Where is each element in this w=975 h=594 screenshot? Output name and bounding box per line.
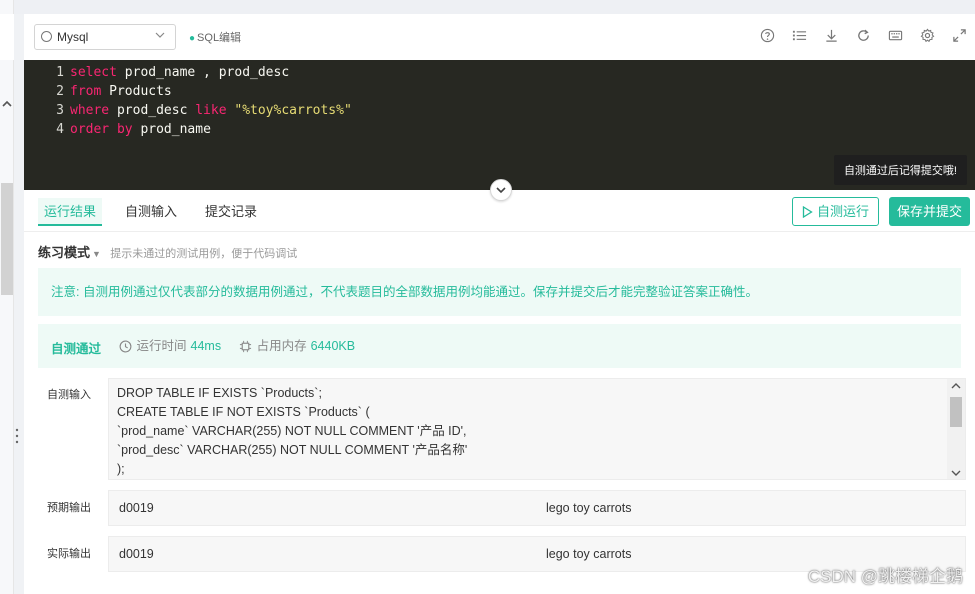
panel-resize-handle[interactable]: [15, 428, 19, 447]
scroll-down-icon[interactable]: [951, 470, 961, 476]
self-test-input-box[interactable]: DROP TABLE IF EXISTS `Products`; CREATE T…: [108, 378, 966, 480]
sql-string: "%toy%carrots%": [234, 103, 352, 118]
caret-down-icon[interactable]: ▼: [92, 249, 101, 259]
save-and-submit-button[interactable]: 保存并提交: [889, 197, 970, 226]
code-line: 3 where prod_desc like "%toy%carrots%": [24, 101, 352, 120]
input-line: );: [117, 462, 125, 476]
practice-mode-row: 练习模式 ▼ 提示未通过的测试用例，便于代码调试: [38, 242, 297, 261]
actual-output-cell: d0019: [119, 547, 154, 561]
sql-identifier: prod_name: [132, 122, 211, 137]
code-line: 1 select prod_name , prod_desc: [24, 63, 289, 82]
line-number: 3: [56, 103, 64, 118]
input-scrollbar[interactable]: [947, 379, 965, 479]
sql-keyword: where: [70, 103, 110, 118]
notice-banner: 注意: 自测用例通过仅代表部分的数据用例通过，不代表题目的全部数据用例均能通过。…: [38, 268, 961, 316]
clock-icon: [119, 340, 131, 352]
code-text: from Products: [70, 84, 172, 99]
code-text: order by prod_name: [70, 122, 211, 137]
line-number: 1: [56, 65, 64, 80]
actual-output-cell: lego toy carrots: [546, 547, 632, 561]
code-line: 2 from Products: [24, 82, 172, 101]
line-number: 2: [56, 84, 64, 99]
sql-identifier: Products: [101, 84, 172, 99]
runtime-value: 44ms: [190, 339, 222, 353]
runtime-metric: 运行时间 44ms: [119, 324, 222, 368]
sql-identifier: prod_name , prod_desc: [116, 65, 290, 80]
self-test-input-code: DROP TABLE IF EXISTS `Products`; CREATE T…: [117, 384, 467, 479]
top-strip: [14, 0, 975, 14]
memory-value: 6440KB: [310, 339, 356, 353]
left-scrollbar-thumb[interactable]: [1, 183, 13, 295]
self-test-run-button[interactable]: 自测运行: [792, 197, 879, 226]
scroll-up-icon[interactable]: [1, 100, 13, 114]
submit-reminder-tooltip: 自测通过后记得提交哦!: [833, 155, 967, 185]
code-text: where prod_desc like "%toy%carrots%": [70, 103, 352, 118]
watermark: CSDN @跳楼梯企鹅: [807, 567, 963, 586]
toolbar-icons: [760, 28, 967, 43]
code-editor[interactable]: 1 select prod_name , prod_desc 2 from Prod…: [24, 60, 975, 190]
scroll-up-icon[interactable]: [951, 383, 961, 389]
download-icon[interactable]: [824, 28, 839, 43]
input-line: `prod_desc` VARCHAR(255) NOT NULL COMMEN…: [117, 443, 468, 457]
left-panel-header: [0, 14, 14, 60]
collapse-panel-button[interactable]: [490, 179, 512, 201]
sql-keyword: select: [70, 65, 117, 80]
practice-mode-select[interactable]: 练习模式: [38, 245, 90, 260]
practice-mode-hint: 提示未通过的测试用例，便于代码调试: [110, 248, 298, 260]
play-icon: [802, 206, 813, 218]
input-scrollbar-thumb[interactable]: [950, 397, 962, 427]
sql-editor-tag: ● SQL编辑: [189, 29, 241, 45]
list-icon[interactable]: [792, 28, 807, 43]
test-result-summary: 自测通过 运行时间 44ms 占用内存 6440KB: [38, 324, 961, 368]
language-select-value: Mysql: [57, 30, 89, 44]
oj-sql-page: Mysql ● SQL编辑 1 select prod_name , prod_de…: [0, 0, 975, 594]
self-test-run-label: 自测运行: [817, 204, 870, 219]
status-dot-icon: ●: [189, 33, 196, 44]
tab-self-test-input[interactable]: 自测输入: [119, 198, 183, 226]
sql-keyword: from: [70, 84, 102, 99]
help-icon[interactable]: [760, 28, 775, 43]
tab-run-result[interactable]: 运行结果: [38, 198, 103, 226]
memory-metric: 占用内存 6440KB: [239, 324, 356, 368]
input-line: DROP TABLE IF EXISTS `Products`;: [117, 386, 322, 400]
results-panel: 运行结果 自测输入 提交记录 自测运行 保存并提交 练习模式 ▼ 提示未通过的测试…: [24, 190, 975, 594]
expected-output-box: d0019 lego toy carrots: [108, 490, 966, 526]
language-radio-icon: [41, 31, 52, 42]
memory-label: 占用内存: [256, 339, 307, 353]
expected-output-cell: d0019: [119, 501, 154, 515]
settings-icon[interactable]: [920, 28, 935, 43]
tab-submission-history[interactable]: 提交记录: [199, 198, 263, 226]
expected-output-cell: lego toy carrots: [546, 501, 632, 515]
left-panel-gutter: [0, 0, 14, 594]
expected-output-label: 预期输出: [47, 502, 91, 514]
fullscreen-icon[interactable]: [952, 28, 967, 43]
chip-icon: [239, 340, 251, 352]
editor-toolbar: Mysql ● SQL编辑: [24, 14, 975, 60]
keyboard-icon[interactable]: [888, 28, 903, 43]
status-badge: 自测通过: [51, 341, 102, 356]
language-select[interactable]: Mysql: [34, 24, 176, 50]
code-text: select prod_name , prod_desc: [70, 65, 289, 80]
chevron-down-icon: [155, 32, 165, 38]
input-line: CREATE TABLE IF NOT EXISTS `Products` (: [117, 405, 370, 419]
code-line: 4 order by prod_name: [24, 120, 211, 139]
actual-output-label: 实际输出: [47, 548, 91, 560]
sql-keyword: order by: [70, 122, 133, 137]
chevron-down-icon: [496, 187, 506, 194]
runtime-label: 运行时间: [136, 339, 187, 353]
line-number: 4: [56, 122, 64, 137]
sql-editor-tag-label: SQL编辑: [197, 32, 242, 44]
self-test-input-label: 自测输入: [47, 389, 91, 401]
sql-identifier: prod_desc: [109, 103, 196, 118]
sql-keyword: like: [195, 103, 227, 118]
refresh-icon[interactable]: [856, 28, 871, 43]
input-line: `prod_name` VARCHAR(255) NOT NULL COMMEN…: [117, 424, 467, 438]
